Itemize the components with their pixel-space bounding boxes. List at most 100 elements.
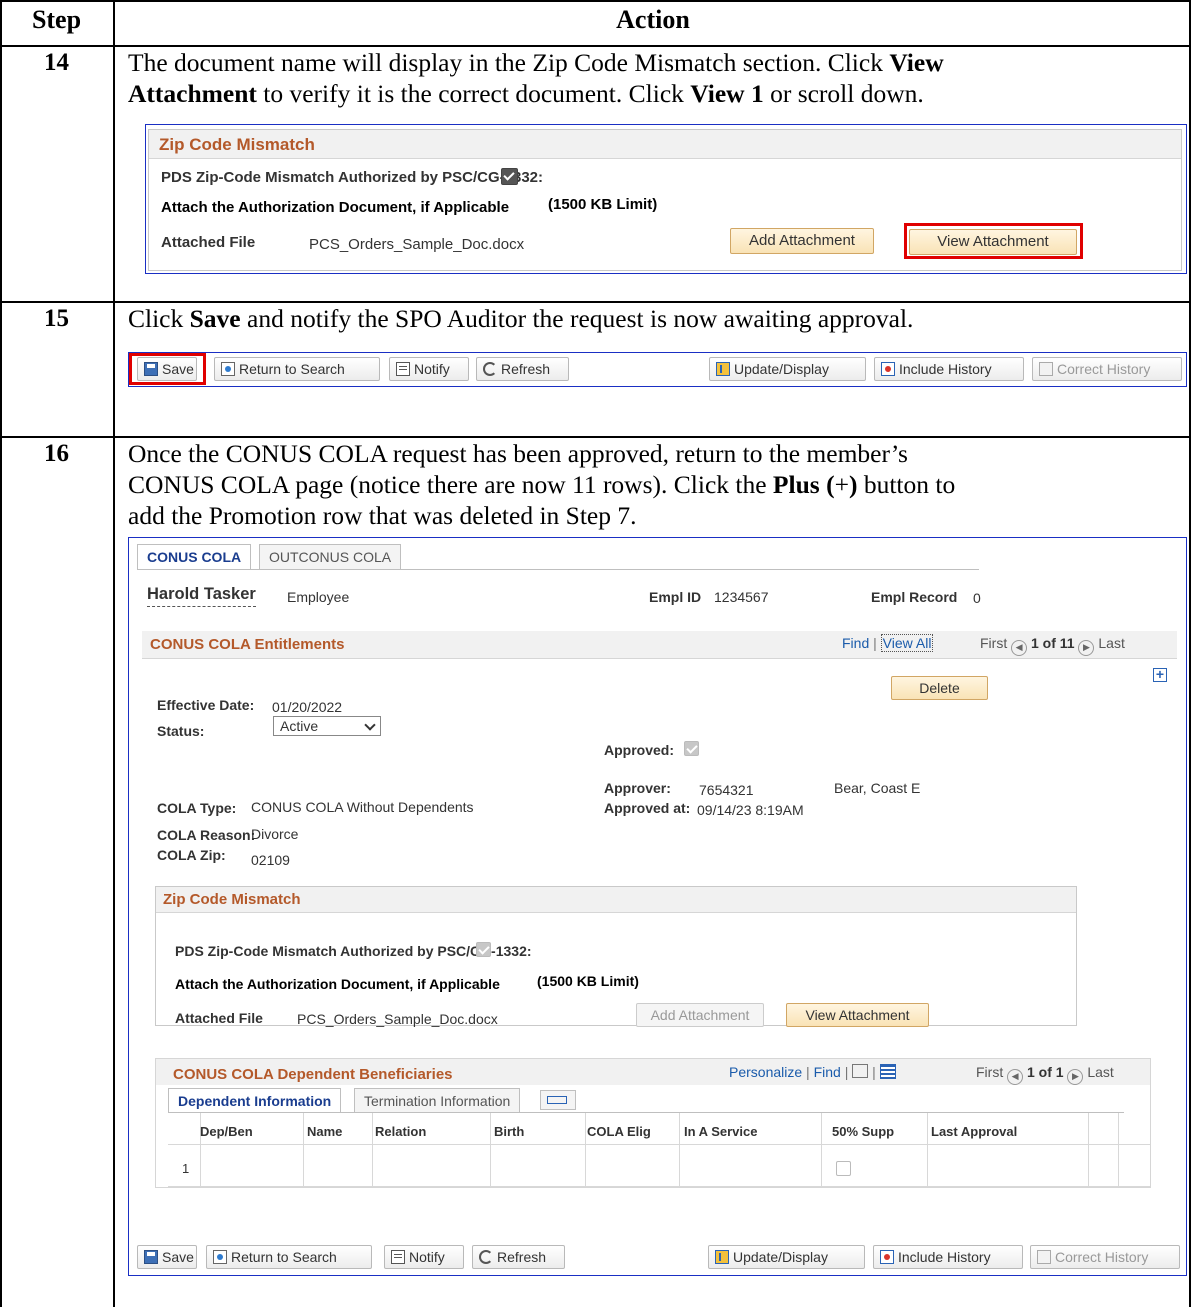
grid-col-line	[1088, 1113, 1089, 1186]
correct-history-icon	[1037, 1250, 1051, 1264]
step-16-plus-sign: +	[834, 470, 849, 499]
bottom-refresh-button[interactable]: Refresh	[472, 1245, 565, 1269]
include-history-icon	[881, 362, 895, 376]
attached-file-label: Attached File	[161, 234, 256, 251]
grid-col-line	[585, 1113, 586, 1186]
bottom-return-label: Return to Search	[231, 1249, 337, 1265]
last-link[interactable]: Last	[1098, 635, 1124, 651]
update-icon	[715, 1250, 729, 1264]
attach-doc-label-2: Attach the Authorization Document, if Ap…	[175, 976, 500, 992]
col-50-supp: 50% Supp	[832, 1124, 895, 1139]
tab-conus-cola[interactable]: CONUS COLA	[137, 544, 252, 570]
personalize-link[interactable]: Personalize	[729, 1064, 802, 1080]
approved-label: Approved:	[604, 742, 674, 758]
bottom-update-button[interactable]: Update/Display	[708, 1245, 865, 1269]
first-link[interactable]: First	[980, 635, 1007, 651]
dependents-find-link[interactable]: Find	[814, 1064, 841, 1080]
tab-outconus-cola[interactable]: OUTCONUS COLA	[259, 544, 402, 570]
tab-termination-information[interactable]: Termination Information	[354, 1088, 521, 1113]
cola-zip-label: COLA Zip:	[157, 847, 226, 863]
step-14-text-c: or scroll down.	[763, 79, 924, 108]
cola-type-label: COLA Type:	[157, 800, 237, 816]
step-14-bold-view: View	[889, 48, 944, 77]
grid-col-line	[679, 1113, 680, 1186]
step-15-text: Click Save and notify the SPO Auditor th…	[128, 303, 1183, 334]
download-icon[interactable]	[879, 1064, 896, 1079]
bottom-include-button[interactable]: Include History	[873, 1245, 1023, 1269]
action-column-header: Action	[616, 5, 690, 34]
dependents-grid: CONUS COLA Dependent Beneficiaries Perso…	[155, 1058, 1151, 1188]
tab-line	[168, 1112, 1124, 1113]
cola-reason-value: Divorce	[251, 826, 299, 842]
view-attachment-highlight	[904, 223, 1083, 259]
return-icon	[221, 362, 235, 376]
step-16-text-a: CONUS COLA page (notice there are now 11…	[128, 470, 773, 499]
toolbar-return-button[interactable]: Return to Search	[214, 357, 380, 381]
toolbar-notify-button[interactable]: Notify	[389, 357, 469, 381]
zip-mismatch-section-2: Zip Code Mismatch PDS Zip-Code Mismatch …	[155, 886, 1077, 1027]
update-icon	[716, 362, 730, 376]
toolbar-refresh-button[interactable]: Refresh	[476, 357, 569, 381]
view-attachment-button-2[interactable]: View Attachment	[786, 1003, 929, 1027]
next-arrow-icon[interactable]: ▶	[1078, 640, 1095, 656]
col-dep-ben: Dep/Ben	[200, 1124, 253, 1139]
bottom-update-label: Update/Display	[733, 1249, 828, 1265]
add-row-plus-icon[interactable]: +	[1153, 667, 1167, 682]
view-all-link[interactable]: View All	[880, 634, 934, 652]
approved-checkbox	[684, 741, 699, 756]
bottom-return-button[interactable]: Return to Search	[206, 1245, 372, 1269]
bottom-save-button[interactable]: Save	[137, 1245, 197, 1269]
employee-role: Employee	[287, 589, 350, 605]
step-16-bold-plus: Plus (	[772, 470, 835, 499]
refresh-icon	[483, 362, 497, 376]
bottom-include-label: Include History	[898, 1249, 991, 1265]
toolbar-include-button[interactable]: Include History	[874, 357, 1024, 381]
col-name: Name	[307, 1124, 343, 1139]
toolbar-refresh-label: Refresh	[501, 361, 551, 377]
bottom-refresh-label: Refresh	[497, 1249, 547, 1265]
add-attachment-button[interactable]: Add Attachment	[730, 228, 874, 254]
tab-dependent-information[interactable]: Dependent Information	[168, 1088, 342, 1113]
return-icon	[213, 1250, 227, 1264]
pds-authorized-checkbox[interactable]	[501, 168, 518, 185]
table-border-top	[0, 0, 1191, 2]
step-number-15: 15	[44, 305, 69, 332]
zip-mismatch-header: Zip Code Mismatch	[149, 130, 1181, 159]
dependents-next-icon[interactable]: ▶	[1067, 1069, 1084, 1085]
delete-button[interactable]: Delete	[891, 676, 988, 700]
grid-col-line	[372, 1113, 373, 1186]
dependents-first-link[interactable]: First	[976, 1064, 1003, 1080]
find-link[interactable]: Find	[842, 635, 869, 651]
toolbar-update-button[interactable]: Update/Display	[709, 357, 866, 381]
tab-underline	[137, 569, 979, 570]
toolbar-return-label: Return to Search	[239, 361, 345, 377]
step-15-bold-save: Save	[189, 304, 241, 333]
save-icon	[144, 1250, 158, 1264]
table-column-divider	[113, 0, 115, 1307]
zoom-icon[interactable]	[852, 1064, 869, 1078]
dependents-last-link[interactable]: Last	[1087, 1064, 1113, 1080]
grid-col-line	[490, 1113, 491, 1186]
prev-arrow-icon[interactable]: ◀	[1011, 640, 1028, 656]
grid-col-line	[303, 1113, 304, 1186]
step-14-bold-attachment: Attachment	[128, 79, 257, 108]
bottom-notify-button[interactable]: Notify	[384, 1245, 464, 1269]
grid-bottom-line	[168, 1186, 1150, 1187]
col-last-approval: Last Approval	[931, 1124, 1018, 1139]
show-all-columns-icon[interactable]	[540, 1090, 576, 1110]
status-select[interactable]: Active	[273, 716, 381, 736]
approver-label: Approver:	[604, 780, 671, 796]
dependents-prev-icon[interactable]: ◀	[1007, 1069, 1024, 1085]
dependents-row-counter: 1 of 1	[1027, 1064, 1064, 1080]
instruction-table: Step Action 14 The document name will di…	[0, 0, 1191, 1307]
approved-at-value: 09/14/23 8:19AM	[697, 802, 804, 818]
emplrec-value: 0	[973, 590, 981, 606]
toolbar-include-label: Include History	[899, 361, 992, 377]
dependents-grid-tools: Personalize | Find | |	[729, 1064, 896, 1080]
refresh-icon	[479, 1250, 493, 1264]
row-number: 1	[182, 1161, 190, 1176]
attached-file-name-2: PCS_Orders_Sample_Doc.docx	[297, 1011, 498, 1027]
entitlements-pager: First ◀ 1 of 11 ▶ Last	[980, 635, 1125, 656]
emplid-label: Empl ID	[649, 589, 702, 605]
entitlements-title: CONUS COLA Entitlements	[150, 636, 345, 653]
